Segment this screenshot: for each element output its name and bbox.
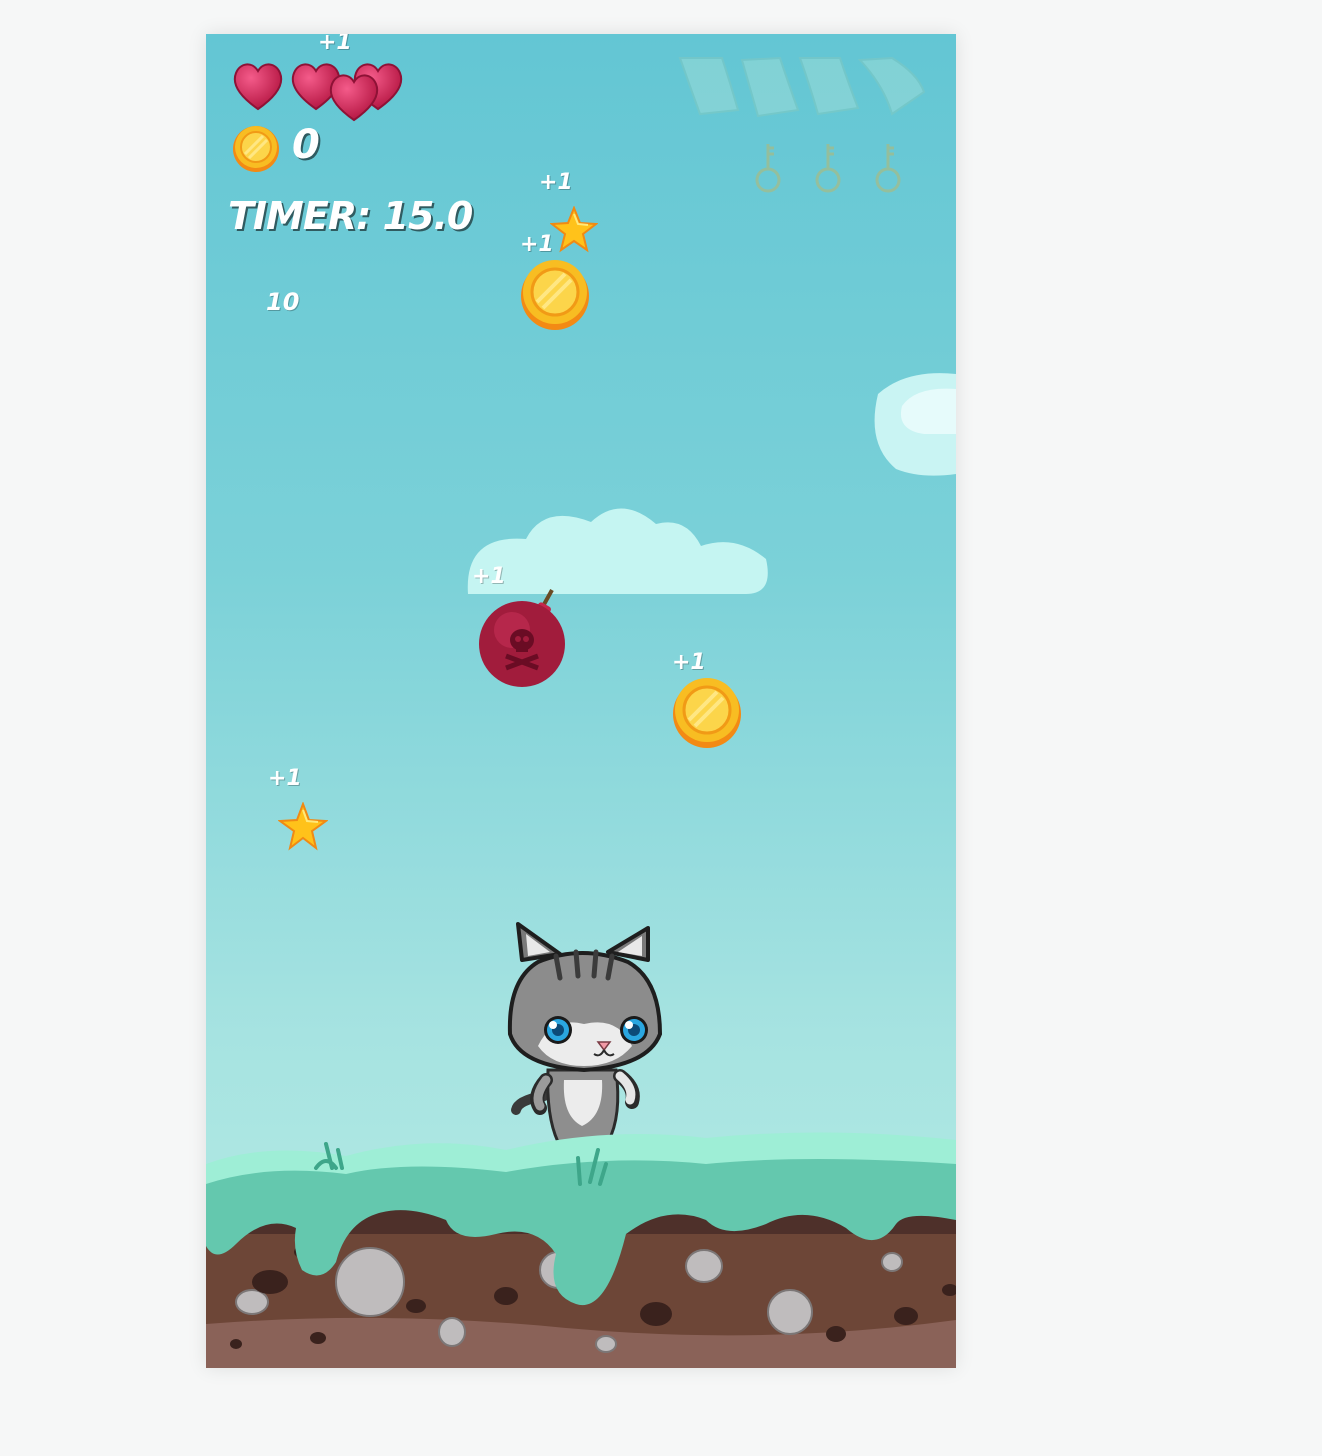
star-icon[interactable]: [550, 206, 598, 254]
key-icon: [755, 144, 781, 193]
coin-count: 0: [292, 122, 320, 168]
item-bonus-text: +1: [520, 232, 554, 257]
heart-icon: [233, 63, 403, 122]
timer-text: TIMER: 15.0: [228, 194, 473, 238]
key-collectibles: [755, 144, 901, 193]
star-icon[interactable]: [278, 802, 328, 852]
scroll-icon: [857, 56, 926, 116]
key-icon: [875, 144, 901, 193]
player-cat[interactable]: [498, 920, 668, 1150]
coin-icon: [233, 126, 279, 172]
item-bonus-text: +1: [672, 650, 706, 675]
scroll-icon: [740, 56, 800, 118]
key-icon: [815, 144, 841, 193]
item-bonus-text: +1: [539, 170, 573, 195]
scroll-icon: [798, 57, 860, 116]
cloud-large-icon: [467, 508, 768, 594]
item-bonus-text: +1: [268, 766, 302, 791]
scroll-collectibles: [678, 56, 926, 118]
cloud-small-icon: [874, 373, 956, 476]
game-canvas[interactable]: +1 0 TIMER: 15.0 10 +1 +1 +1 +1 +1: [206, 34, 956, 1368]
floating-score-text: 10: [266, 288, 300, 316]
scroll-icon: [678, 57, 740, 116]
coin-icon[interactable]: [519, 258, 591, 330]
ground-terrain: [206, 1132, 956, 1368]
bomb-icon[interactable]: [478, 586, 570, 690]
coin-icon[interactable]: [671, 676, 743, 748]
lives-hearts: [230, 52, 420, 131]
lives-bonus-text: +1: [318, 34, 352, 55]
